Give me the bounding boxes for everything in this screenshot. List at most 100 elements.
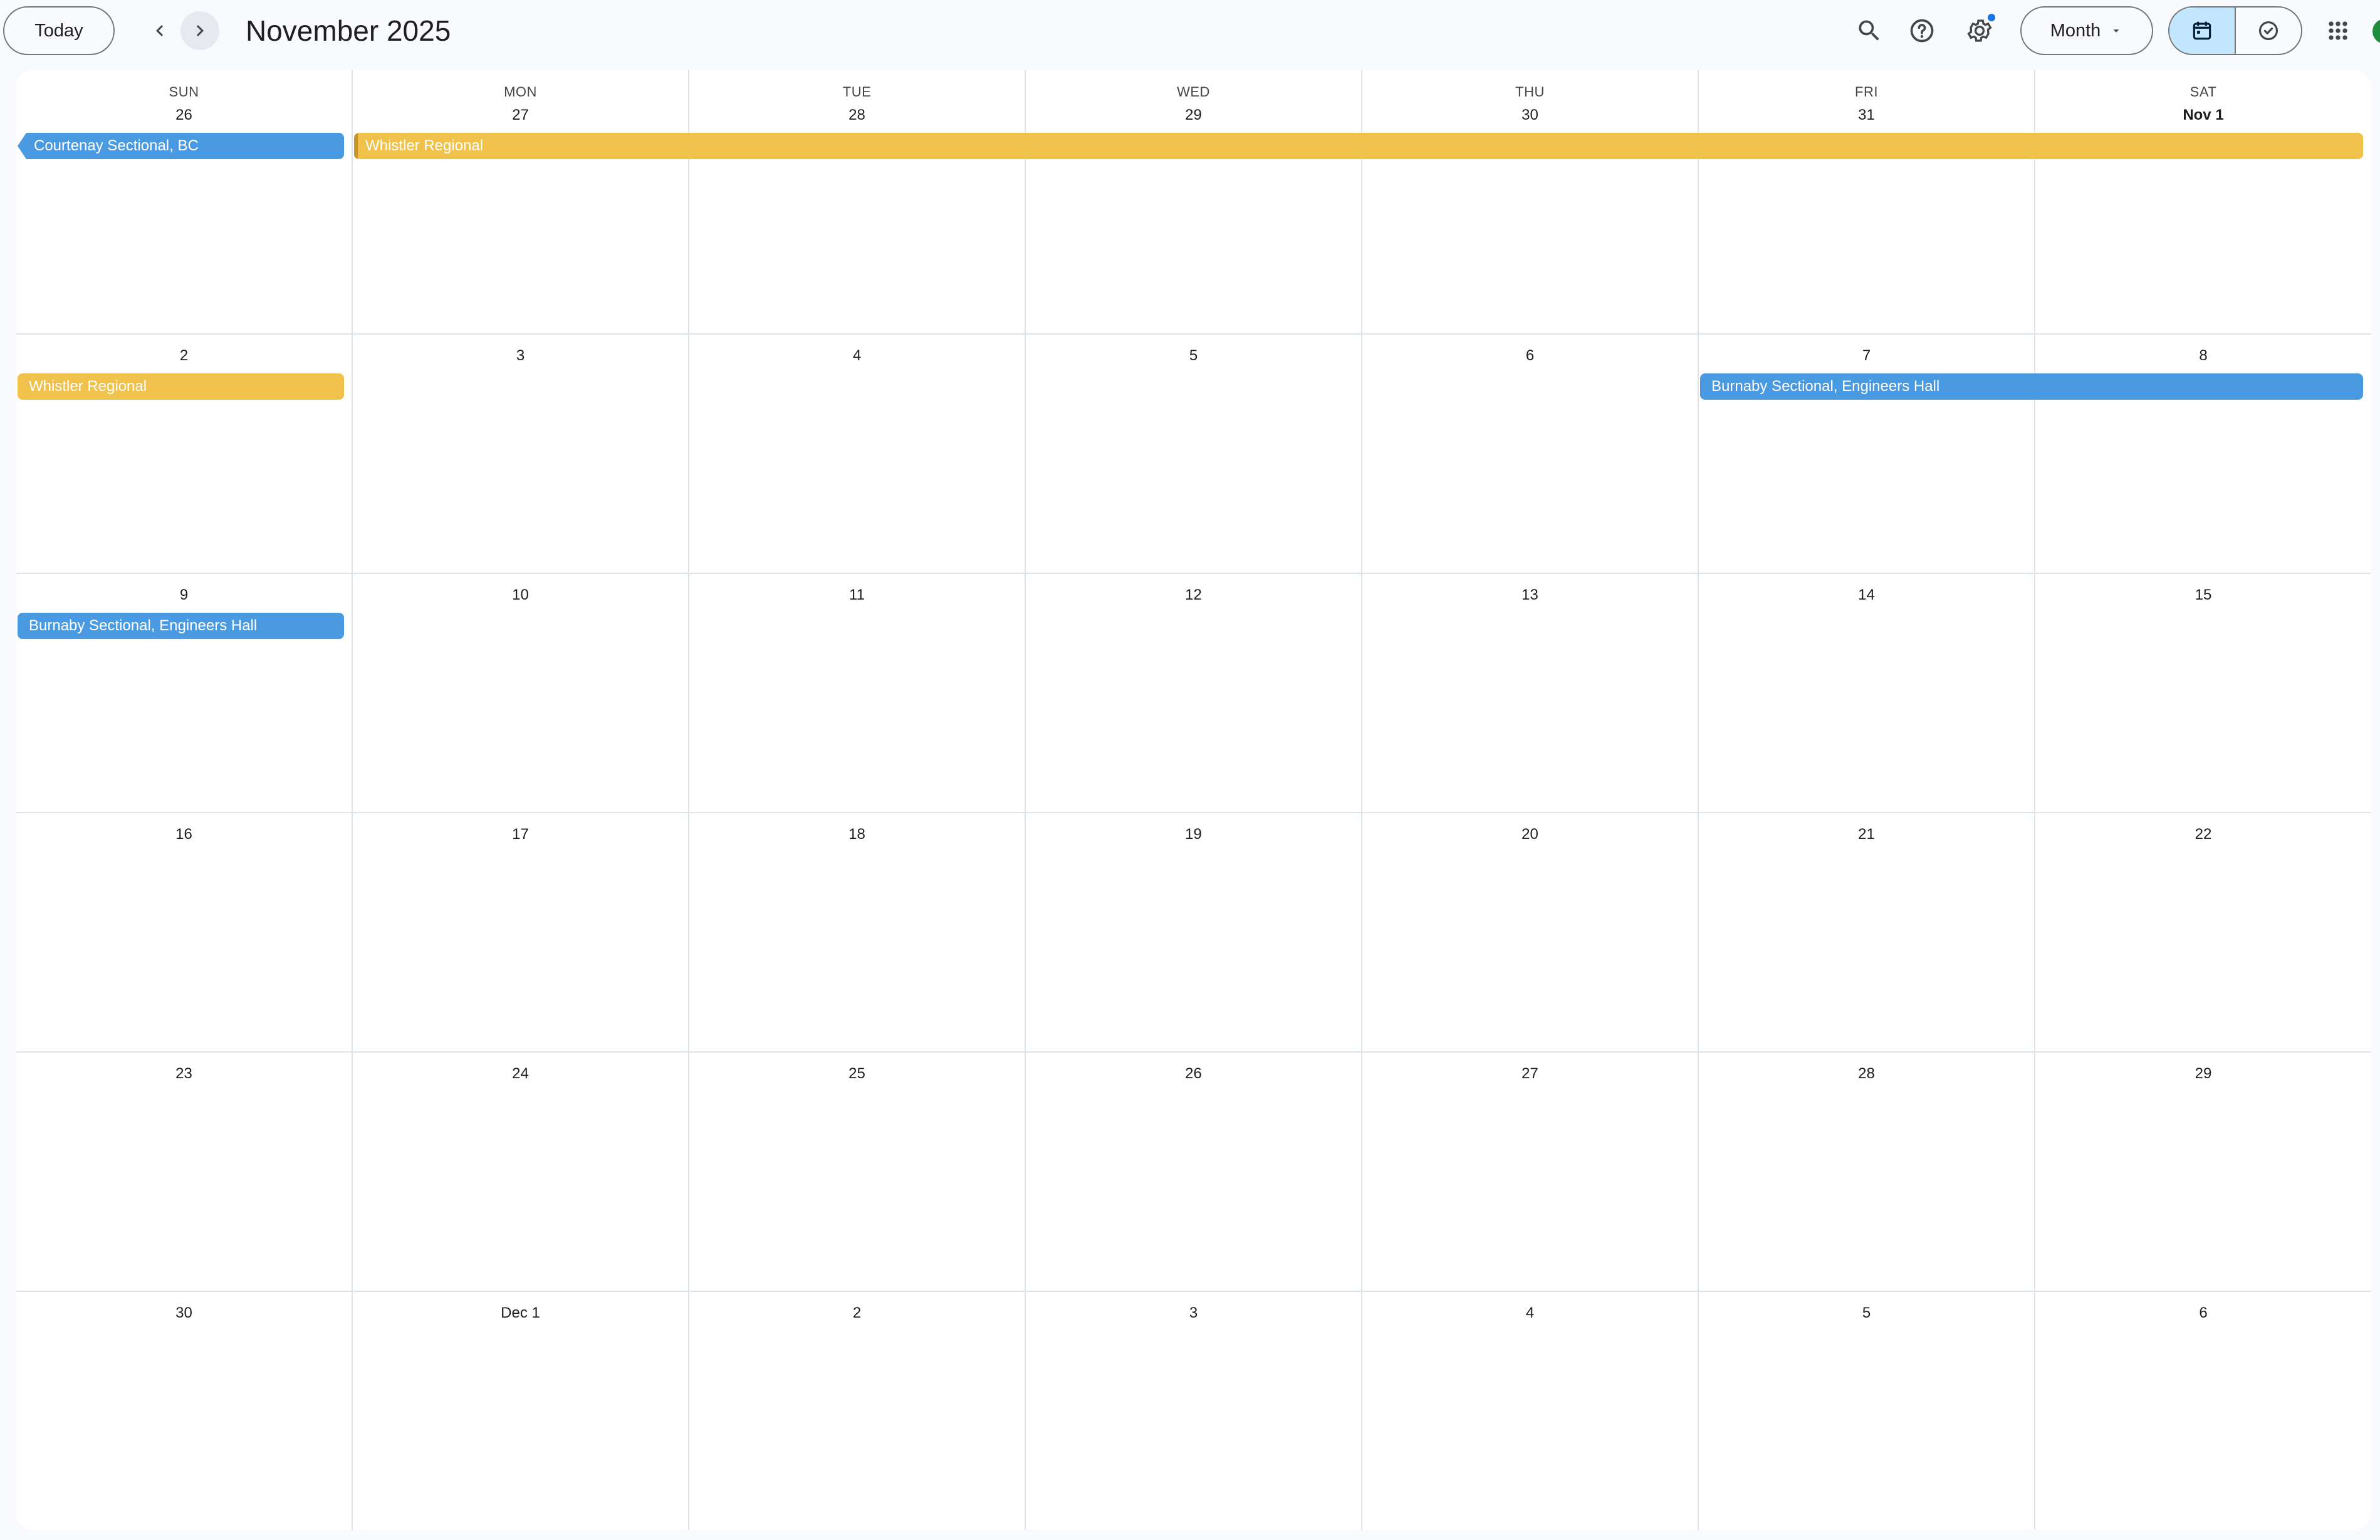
day-number[interactable]: 16 xyxy=(16,826,352,843)
google-apps-button[interactable] xyxy=(2319,11,2357,50)
day-cell[interactable]: 2 xyxy=(689,1292,1026,1530)
day-number[interactable]: 18 xyxy=(689,826,1025,843)
day-number[interactable]: 29 xyxy=(1026,107,1361,124)
day-number[interactable]: 30 xyxy=(1362,107,1698,124)
day-cell[interactable]: WED 29 xyxy=(1026,70,1362,333)
day-number[interactable]: 27 xyxy=(1362,1065,1698,1083)
day-number[interactable]: 15 xyxy=(2035,586,2371,604)
day-cell[interactable]: 8 xyxy=(2035,335,2371,573)
help-button[interactable] xyxy=(1902,11,1941,50)
day-cell[interactable]: 6 xyxy=(2035,1292,2371,1530)
day-cell[interactable]: 7 xyxy=(1699,335,2035,573)
day-number[interactable]: 14 xyxy=(1699,586,2034,604)
day-number[interactable]: Nov 1 xyxy=(2035,107,2371,124)
day-cell[interactable]: 5 xyxy=(1699,1292,2035,1530)
day-cell[interactable]: MON 27 xyxy=(353,70,689,333)
day-cell[interactable]: THU 30 xyxy=(1362,70,1699,333)
day-number[interactable]: 27 xyxy=(353,107,688,124)
day-cell[interactable]: 18 xyxy=(689,813,1026,1051)
day-number[interactable]: 20 xyxy=(1362,826,1698,843)
day-cell[interactable]: 2 xyxy=(16,335,353,573)
day-cell[interactable]: TUE 28 xyxy=(689,70,1026,333)
day-cell[interactable]: 26 xyxy=(1026,1053,1362,1291)
day-cell[interactable]: 29 xyxy=(2035,1053,2371,1291)
day-number[interactable]: 3 xyxy=(1026,1304,1361,1322)
day-number[interactable]: 25 xyxy=(689,1065,1025,1083)
day-cell[interactable]: 30 xyxy=(16,1292,353,1530)
day-number[interactable]: 12 xyxy=(1026,586,1361,604)
day-cell[interactable]: 3 xyxy=(1026,1292,1362,1530)
day-cell[interactable]: 14 xyxy=(1699,574,2035,812)
day-cell[interactable]: FRI 31 xyxy=(1699,70,2035,333)
day-cell[interactable]: 19 xyxy=(1026,813,1362,1051)
day-cell[interactable]: SAT Nov 1 xyxy=(2035,70,2371,333)
day-cell[interactable]: 22 xyxy=(2035,813,2371,1051)
day-number[interactable]: 6 xyxy=(1362,347,1698,365)
day-cell[interactable]: 24 xyxy=(353,1053,689,1291)
event-chip[interactable]: Courtenay Sectional, BC xyxy=(18,133,344,159)
day-cell[interactable]: 4 xyxy=(1362,1292,1699,1530)
day-number[interactable]: 2 xyxy=(16,347,352,365)
avatar[interactable] xyxy=(2372,19,2380,44)
previous-month-button[interactable] xyxy=(140,11,179,50)
day-cell[interactable]: 13 xyxy=(1362,574,1699,812)
day-cell[interactable]: 16 xyxy=(16,813,353,1051)
day-number[interactable]: Dec 1 xyxy=(353,1304,688,1322)
day-number[interactable]: 22 xyxy=(2035,826,2371,843)
day-cell[interactable]: 21 xyxy=(1699,813,2035,1051)
day-cell[interactable]: 20 xyxy=(1362,813,1699,1051)
day-number[interactable]: 11 xyxy=(689,586,1025,604)
day-cell[interactable]: 9 xyxy=(16,574,353,812)
calendar-view-toggle[interactable] xyxy=(2169,8,2236,54)
day-number[interactable]: 26 xyxy=(16,107,352,124)
day-number[interactable]: 31 xyxy=(1699,107,2034,124)
day-cell[interactable]: 23 xyxy=(16,1053,353,1291)
event-chip[interactable]: Whistler Regional xyxy=(354,133,2363,159)
day-number[interactable]: 7 xyxy=(1699,347,2034,365)
day-number[interactable]: 21 xyxy=(1699,826,2034,843)
settings-button[interactable] xyxy=(1960,11,1999,50)
day-number[interactable]: 3 xyxy=(353,347,688,365)
day-number[interactable]: 8 xyxy=(2035,347,2371,365)
day-cell[interactable]: 15 xyxy=(2035,574,2371,812)
day-number[interactable]: 19 xyxy=(1026,826,1361,843)
day-cell[interactable]: SUN 26 xyxy=(16,70,353,333)
day-cell[interactable]: 28 xyxy=(1699,1053,2035,1291)
day-number[interactable]: 5 xyxy=(1699,1304,2034,1322)
day-number[interactable]: 6 xyxy=(2035,1304,2371,1322)
day-number[interactable]: 5 xyxy=(1026,347,1361,365)
day-cell[interactable]: 25 xyxy=(689,1053,1026,1291)
day-number[interactable]: 10 xyxy=(353,586,688,604)
day-number[interactable]: 28 xyxy=(1699,1065,2034,1083)
next-month-button[interactable] xyxy=(180,11,219,50)
day-cell[interactable]: 10 xyxy=(353,574,689,812)
day-number[interactable]: 28 xyxy=(689,107,1025,124)
day-cell[interactable]: 5 xyxy=(1026,335,1362,573)
day-number[interactable]: 4 xyxy=(1362,1304,1698,1322)
view-selector[interactable]: Month xyxy=(2020,6,2153,55)
event-chip[interactable]: Whistler Regional xyxy=(18,373,344,400)
day-cell[interactable]: 6 xyxy=(1362,335,1699,573)
day-number[interactable]: 13 xyxy=(1362,586,1698,604)
day-cell[interactable]: Dec 1 xyxy=(353,1292,689,1530)
day-cell[interactable]: 12 xyxy=(1026,574,1362,812)
day-cell[interactable]: 11 xyxy=(689,574,1026,812)
day-number[interactable]: 9 xyxy=(16,586,352,604)
day-cell[interactable]: 17 xyxy=(353,813,689,1051)
day-cell[interactable]: 4 xyxy=(689,335,1026,573)
day-number[interactable]: 29 xyxy=(2035,1065,2371,1083)
day-number[interactable]: 4 xyxy=(689,347,1025,365)
day-number[interactable]: 24 xyxy=(353,1065,688,1083)
day-number[interactable]: 23 xyxy=(16,1065,352,1083)
search-button[interactable] xyxy=(1850,11,1889,50)
day-cell[interactable]: 3 xyxy=(353,335,689,573)
day-number[interactable]: 30 xyxy=(16,1304,352,1322)
today-button[interactable]: Today xyxy=(3,6,115,55)
day-number[interactable]: 26 xyxy=(1026,1065,1361,1083)
tasks-view-toggle[interactable] xyxy=(2236,8,2301,54)
event-chip[interactable]: Burnaby Sectional, Engineers Hall xyxy=(1700,373,2363,400)
day-number[interactable]: 17 xyxy=(353,826,688,843)
event-chip[interactable]: Burnaby Sectional, Engineers Hall xyxy=(18,613,344,639)
day-number[interactable]: 2 xyxy=(689,1304,1025,1322)
day-cell[interactable]: 27 xyxy=(1362,1053,1699,1291)
